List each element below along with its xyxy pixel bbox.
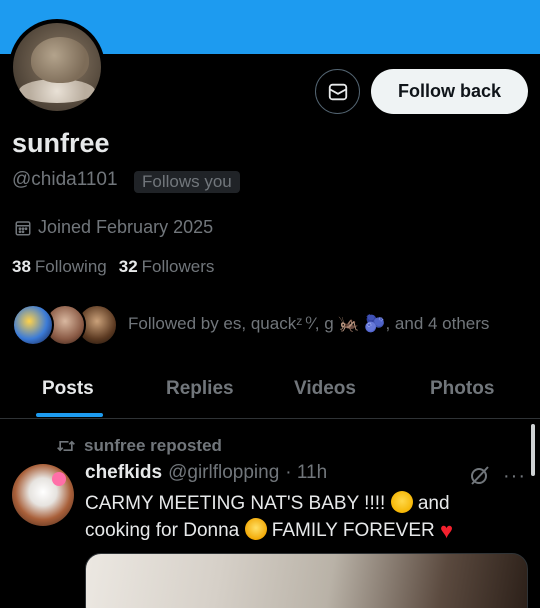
- mutual-avatars: [12, 302, 122, 348]
- joined-label: Joined February 2025: [38, 217, 214, 237]
- post-author-avatar[interactable]: [12, 464, 74, 526]
- post-time[interactable]: · 11h: [285, 462, 327, 484]
- follows-you-badge: Follows you: [134, 171, 240, 193]
- followers-count: 32: [118, 257, 138, 276]
- post-media-image[interactable]: [85, 553, 528, 608]
- following-count: 38: [12, 257, 31, 276]
- following-link[interactable]: 38 Following: [12, 257, 107, 277]
- post-text: CARMY MEETING NAT'S BABY !!!! and cookin…: [85, 490, 505, 544]
- post-text-part: CARMY MEETING NAT'S BABY !!!!: [85, 493, 391, 514]
- repost-label: sunfree reposted: [84, 436, 222, 455]
- active-tab-indicator: [36, 413, 103, 417]
- followed-by-text: Followed by es, quackᶻ ⁰⁄, g 🦗 🫐, and 4 …: [128, 314, 490, 333]
- post-author-name[interactable]: chefkids: [85, 462, 162, 484]
- scrollbar[interactable]: [531, 424, 535, 476]
- envelope-icon: [328, 83, 347, 100]
- message-button[interactable]: [315, 69, 360, 114]
- post-author-handle[interactable]: @girlflopping: [168, 462, 279, 484]
- profile-avatar[interactable]: [9, 19, 105, 115]
- repost-icon: [57, 440, 75, 452]
- profile-tabs: Posts Replies Videos Photos: [0, 364, 540, 419]
- tab-videos[interactable]: Videos: [294, 378, 356, 400]
- followers-label: Followers: [141, 257, 215, 276]
- following-label: Following: [34, 257, 107, 276]
- joined-date: Joined February 2025: [14, 217, 213, 238]
- post-text-part: FAMILY FOREVER: [266, 520, 441, 541]
- follow-back-button[interactable]: Follow back: [371, 69, 528, 114]
- tab-photos[interactable]: Photos: [430, 378, 494, 400]
- profile-name: sunfree: [12, 128, 110, 158]
- followed-by-row[interactable]: Followed by es, quackᶻ ⁰⁄, g 🦗 🫐, and 4 …: [12, 302, 489, 348]
- more-options-icon[interactable]: ···: [503, 465, 526, 488]
- loudly-crying-emoji-icon: [390, 491, 413, 513]
- follow-counts: 38 Following 32 Followers: [12, 257, 214, 277]
- grok-icon[interactable]: [468, 463, 492, 487]
- holding-back-tears-emoji-icon: [244, 518, 267, 540]
- avatar-image: [13, 23, 101, 111]
- tab-replies[interactable]: Replies: [166, 378, 234, 400]
- mutual-avatar: [12, 304, 54, 346]
- calendar-icon: [15, 220, 31, 235]
- followers-link[interactable]: 32 Followers: [119, 257, 215, 277]
- repost-indicator[interactable]: sunfree reposted: [56, 436, 222, 456]
- post-header: chefkids @girlflopping · 11h: [85, 462, 327, 484]
- tab-posts[interactable]: Posts: [42, 378, 94, 400]
- heart-emoji-icon: ♥: [440, 518, 454, 543]
- profile-handle: @chida1101: [12, 169, 118, 190]
